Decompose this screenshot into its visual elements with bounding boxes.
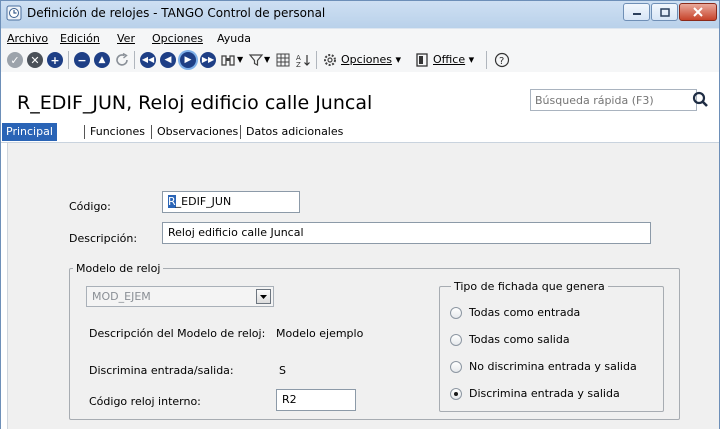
discrimina-label: Discrimina entrada/salida: bbox=[89, 364, 234, 377]
menu-ayuda[interactable]: Ayuda bbox=[217, 32, 251, 45]
descripcion-field[interactable]: Reloj edificio calle Juncal bbox=[162, 222, 651, 244]
codigo-rest-text: _EDIF_JUN bbox=[175, 195, 232, 208]
tab-observaciones[interactable]: Observaciones bbox=[153, 123, 242, 141]
menu-edicion-label: Edición bbox=[60, 32, 100, 45]
close-icon bbox=[693, 7, 703, 17]
warning-icon[interactable]: ▲ bbox=[94, 52, 110, 68]
dropdown-arrow-icon[interactable]: ▼ bbox=[237, 55, 243, 64]
office-dropdown[interactable]: Office ▾ bbox=[433, 53, 474, 66]
radio-todas-salida-label[interactable]: Todas como salida bbox=[469, 333, 570, 346]
menu-archivo-label: Archivo bbox=[7, 32, 49, 45]
title-bar[interactable]: Definición de relojes - TANGO Control de… bbox=[0, 0, 720, 28]
tab-separator bbox=[84, 125, 85, 139]
desc-modelo-label: Descripción del Modelo de reloj: bbox=[89, 327, 266, 340]
modelo-select[interactable]: MOD_EJEM bbox=[86, 286, 274, 307]
cancel-icon[interactable]: ✕ bbox=[27, 52, 43, 68]
tab-datos-adicionales[interactable]: Datos adicionales bbox=[242, 123, 347, 141]
search-input[interactable] bbox=[535, 92, 675, 108]
modelo-select-value: MOD_EJEM bbox=[92, 290, 151, 303]
codigo-interno-label: Código reloj interno: bbox=[89, 395, 201, 408]
app-icon bbox=[6, 5, 22, 21]
gear-icon[interactable] bbox=[322, 52, 338, 68]
remove-icon[interactable]: − bbox=[74, 52, 90, 68]
record-header: R_EDIF_JUN, Reloj edificio calle Juncal bbox=[0, 72, 720, 120]
menu-opciones[interactable]: Opciones bbox=[152, 32, 203, 45]
previous-icon[interactable]: ◀ bbox=[160, 52, 176, 68]
modelo-group-title: Modelo de reloj bbox=[73, 262, 164, 275]
menu-ver[interactable]: Ver bbox=[117, 32, 135, 45]
maximize-button[interactable] bbox=[651, 3, 678, 21]
office-label: Office bbox=[433, 53, 466, 66]
first-icon[interactable]: ◀◀ bbox=[140, 52, 156, 68]
toolbar-separator bbox=[134, 51, 135, 69]
filter-icon[interactable] bbox=[248, 52, 264, 68]
chevron-down-icon bbox=[260, 295, 267, 299]
toolbar: ✓ ✕ + − ▲ ◀◀ ◀ ▶ ▶▶ ▼ ▼ A Z Opciones ▾ O… bbox=[0, 48, 720, 72]
descripcion-label: Descripción: bbox=[69, 232, 138, 245]
radio-todas-entrada[interactable] bbox=[450, 307, 462, 319]
menu-edicion[interactable]: Edición bbox=[60, 32, 100, 45]
modelo-dropdown-button[interactable] bbox=[256, 289, 271, 304]
menu-ayuda-label: Ayuda bbox=[217, 32, 251, 45]
menu-ver-label: Ver bbox=[117, 32, 135, 45]
opciones-label: Opciones bbox=[341, 53, 392, 66]
opciones-dropdown[interactable]: Opciones ▾ bbox=[341, 53, 401, 66]
tab-principal[interactable]: Principal bbox=[2, 123, 57, 141]
svg-text:?: ? bbox=[499, 56, 504, 67]
grid-icon[interactable] bbox=[275, 52, 291, 68]
maximize-icon bbox=[659, 7, 670, 17]
codigo-selected-text: R bbox=[168, 195, 176, 208]
toolbar-separator bbox=[486, 51, 487, 69]
codigo-label: Código: bbox=[69, 200, 111, 213]
add-icon[interactable]: + bbox=[47, 52, 63, 68]
refresh-icon[interactable] bbox=[114, 52, 130, 68]
codigo-field[interactable]: R_EDIF_JUN bbox=[162, 191, 300, 213]
svg-text:Z: Z bbox=[296, 61, 301, 68]
page-title: R_EDIF_JUN, Reloj edificio calle Juncal bbox=[17, 92, 373, 114]
dropdown-arrow-icon[interactable]: ▼ bbox=[264, 55, 270, 64]
radio-discrimina[interactable] bbox=[450, 388, 462, 400]
quick-search-box[interactable] bbox=[530, 89, 697, 111]
radio-todas-salida[interactable] bbox=[450, 334, 462, 346]
office-icon[interactable] bbox=[414, 52, 430, 68]
menu-bar: Archivo Edición Ver Opciones Ayuda bbox=[0, 28, 720, 48]
application-window: Definición de relojes - TANGO Control de… bbox=[0, 0, 720, 429]
toolbar-separator bbox=[316, 51, 317, 69]
menu-archivo[interactable]: Archivo bbox=[7, 32, 48, 45]
last-icon[interactable]: ▶▶ bbox=[200, 52, 216, 68]
left-panel-edge bbox=[0, 143, 8, 429]
search-icon[interactable] bbox=[691, 91, 711, 109]
tab-funciones[interactable]: Funciones bbox=[86, 123, 149, 141]
next-icon[interactable]: ▶ bbox=[180, 52, 196, 68]
help-icon[interactable]: ? bbox=[494, 52, 510, 68]
radio-discrimina-label[interactable]: Discrimina entrada y salida bbox=[469, 387, 620, 400]
radio-no-discrimina-label[interactable]: No discrimina entrada y salida bbox=[469, 360, 637, 373]
close-button[interactable] bbox=[679, 3, 717, 21]
minimize-icon bbox=[632, 13, 641, 15]
fichada-group-title: Tipo de fichada que genera bbox=[451, 280, 608, 293]
desc-modelo-value: Modelo ejemplo bbox=[276, 327, 364, 340]
tab-separator bbox=[151, 125, 152, 139]
tab-separator bbox=[240, 125, 241, 139]
minimize-button[interactable] bbox=[623, 3, 650, 21]
toolbar-separator bbox=[68, 51, 69, 69]
radio-no-discrimina[interactable] bbox=[450, 361, 462, 373]
binoculars-icon[interactable] bbox=[220, 52, 236, 68]
tab-bar: Principal Funciones Observaciones Datos … bbox=[0, 120, 720, 143]
window-title: Definición de relojes - TANGO Control de… bbox=[27, 6, 326, 20]
radio-todas-entrada-label[interactable]: Todas como entrada bbox=[469, 306, 580, 319]
sort-icon[interactable]: A Z bbox=[295, 52, 311, 68]
check-icon[interactable]: ✓ bbox=[7, 52, 23, 68]
codigo-interno-field[interactable]: R2 bbox=[276, 389, 356, 411]
discrimina-value: S bbox=[279, 364, 286, 377]
menu-opciones-label: Opciones bbox=[152, 32, 203, 45]
